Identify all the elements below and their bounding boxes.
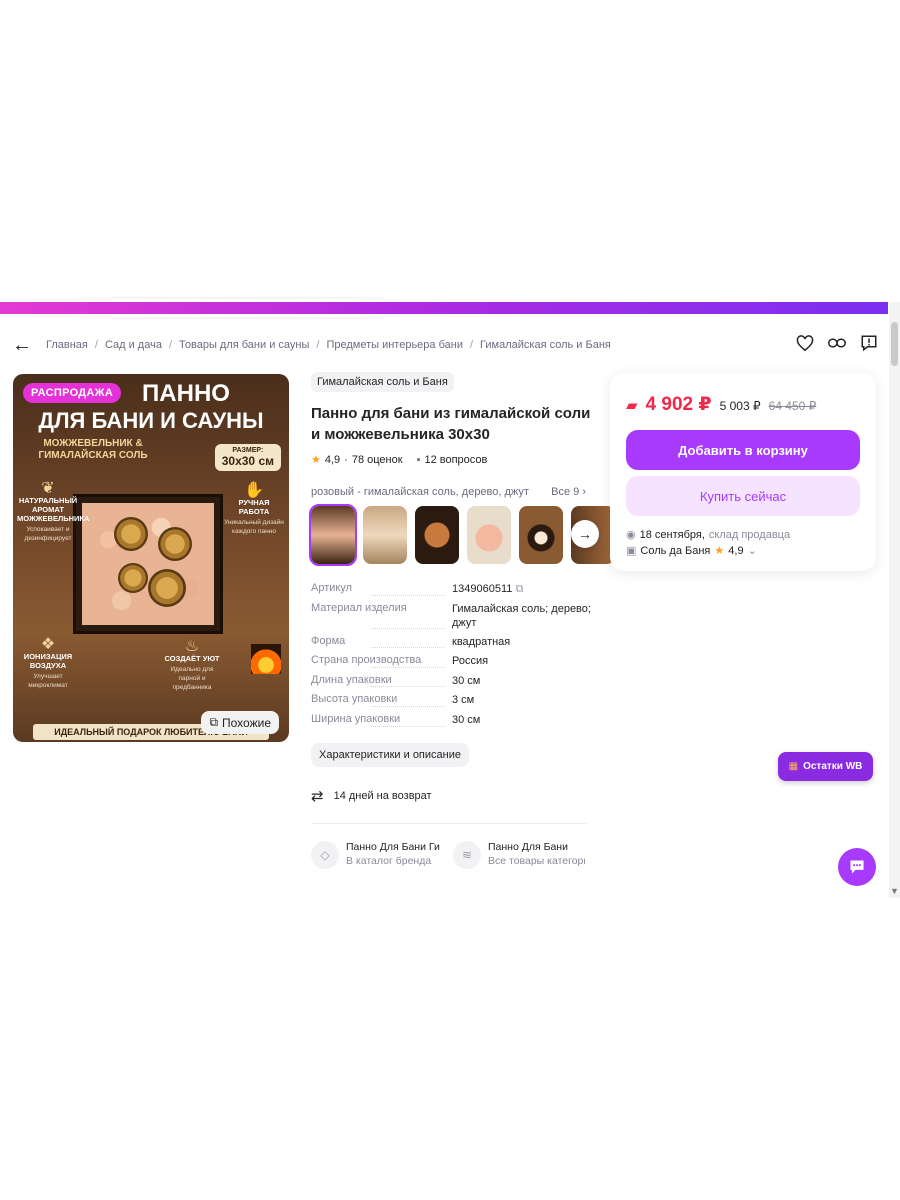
questions-icon: ▪ (416, 453, 421, 466)
product-title: Панно для бани из гималайской соли и мож… (311, 405, 591, 443)
price-current: 4 902 ₽ (645, 394, 712, 415)
breadcrumb-item[interactable]: Главная (46, 339, 88, 351)
delivery-info: ◉ 18 сентября, склад продавца ▣ Соль да … (626, 528, 860, 558)
breadcrumb: ← Главная / Сад и дача / Товары для бани… (12, 334, 611, 356)
rating-row: ★ 4,9 · 78 оценок ▪ 12 вопросов (311, 453, 488, 467)
divider (311, 822, 587, 824)
copy-icon[interactable]: ⧉ (515, 583, 523, 595)
variant-thumbnail[interactable] (363, 506, 407, 564)
shop-icon: ▣ (626, 545, 637, 557)
bucket-icon: ♨ (184, 638, 200, 655)
spec-row: Артикул 1349060511 ⧉ (311, 582, 591, 602)
specs-table: Артикул 1349060511 ⧉ Материал изделия Ги… (311, 582, 591, 733)
variant-thumbnail[interactable] (519, 506, 563, 564)
breadcrumb-separator: / (168, 339, 173, 351)
spec-row: Ширина упаковки 30 см (311, 712, 591, 733)
reviews-link[interactable]: 78 оценок (352, 454, 403, 466)
feature-item: ❦ НАТУРАЛЬНЫЙ АРОМАТ МОЖЖЕВЕЛЬНИКА Успок… (17, 480, 90, 543)
breadcrumb-item[interactable]: Предметы интерьера бани (326, 339, 463, 351)
scrollbar-thumb[interactable] (891, 322, 898, 366)
price-row: ▰ 4 902 ₽ 5 003 ₽ 64 450 ₽ (626, 393, 860, 416)
characteristics-button[interactable]: Характеристики и описание (311, 742, 469, 767)
back-arrow-icon[interactable]: ← (12, 335, 32, 355)
spec-row: Страна производства Россия (311, 654, 591, 674)
variant-header: розовый - гималайская соль, дерево, джут… (311, 486, 586, 498)
return-info: ⇄ 14 дней на возврат (311, 787, 432, 805)
page-scrollbar[interactable]: ▼ (889, 302, 900, 898)
feature-item: ❖ ИОНИЗАЦИЯ ВОЗДУХА Улучшает микроклимат (17, 636, 79, 690)
link-icon[interactable] (828, 334, 846, 352)
breadcrumb-separator: / (316, 339, 320, 351)
star-icon: ★ (714, 545, 725, 557)
breadcrumb-item[interactable]: Гималайская соль и Баня (480, 339, 611, 351)
product-main-image[interactable]: РАСПРОДАЖА ПАННО ДЛЯ БАНИ И САУНЫ МОЖЖЕВ… (13, 374, 289, 742)
scroll-down-arrow-icon[interactable]: ▼ (890, 886, 899, 896)
image-headline: ПАННО (142, 380, 230, 407)
seller-link[interactable]: ▣ Соль да Баня ★ 4,9 ⌄ (626, 544, 860, 558)
salt-panel-illustration (73, 494, 223, 634)
stack-icon: ≋ (453, 840, 481, 869)
catalog-links: ◇ Панно Для Бани Ги В каталог бренда ≋ Па… (311, 840, 591, 869)
category-link[interactable]: ≋ Панно Для Бани Все товары категори (453, 840, 585, 869)
questions-link[interactable]: 12 вопросов (424, 454, 487, 466)
chevron-down-icon: ⌄ (747, 545, 757, 557)
star-icon: ★ (311, 454, 321, 466)
variant-thumbnail[interactable] (415, 506, 459, 564)
image-headline: ДЛЯ БАНИ И САУНЫ (38, 408, 264, 433)
report-icon[interactable] (860, 334, 878, 352)
chat-icon (850, 860, 864, 874)
variant-thumbnail[interactable] (467, 506, 511, 564)
feature-item: ✋ РУЧНАЯ РАБОТА Уникальный дизайн каждог… (224, 482, 284, 536)
breadcrumb-item[interactable]: Товары для бани и сауны (179, 339, 309, 351)
hand-icon: ✋ (244, 482, 264, 499)
arrow-right-icon[interactable]: → (571, 520, 599, 548)
variant-label: розовый - гималайская соль, дерево, джут (311, 486, 529, 498)
heart-icon[interactable] (796, 334, 814, 352)
image-subheadline: МОЖЖЕВЕЛЬНИК & ГИМАЛАЙСКАЯ СОЛЬ (38, 438, 148, 461)
spec-row: Материал изделия Гималайская соль; дерев… (311, 601, 591, 635)
feature-item: ♨ СОЗДАЁТ УЮТ Идеально для парной и пред… (161, 638, 223, 692)
add-to-cart-button[interactable]: Добавить в корзину (626, 430, 860, 470)
box-icon: ▦ (788, 761, 799, 772)
price-old: 64 450 ₽ (768, 399, 817, 413)
stove-fire-illustration (251, 644, 281, 674)
variant-all-link[interactable]: Все 9 › (551, 486, 586, 498)
similar-button[interactable]: ⧉ Похожие (201, 711, 279, 734)
top-gradient-bar (0, 302, 888, 314)
size-badge: РАЗМЕР: 30х30 см (214, 444, 281, 471)
feather-icon: ❦ (41, 480, 55, 497)
variant-thumbnail[interactable] (309, 504, 357, 566)
spec-row: Высота упаковки 3 см (311, 693, 591, 713)
product-info: Гималайская соль и Баня Панно для бани и… (309, 372, 615, 869)
return-arrows-icon: ⇄ (311, 787, 324, 805)
breadcrumb-separator: / (94, 339, 98, 351)
price-without-wallet: 5 003 ₽ (719, 399, 761, 413)
spec-row: Форма квадратная (311, 634, 591, 655)
ostatki-wb-button[interactable]: ▦ Остатки WB (778, 752, 873, 781)
spec-row: Длина упаковки 30 см (311, 673, 591, 694)
brand-catalog-link[interactable]: ◇ Панно Для Бани Ги В каталог бренда (311, 840, 443, 869)
breadcrumb-separator: / (469, 339, 474, 351)
chat-button[interactable] (838, 848, 876, 886)
similar-search-icon: ⧉ (209, 715, 219, 729)
brand-chip[interactable]: Гималайская соль и Баня (311, 372, 454, 392)
buy-card: ▰ 4 902 ₽ 5 003 ₽ 64 450 ₽ Добавить в ко… (610, 373, 876, 571)
rating-value[interactable]: 4,9 (325, 454, 340, 466)
breadcrumb-item[interactable]: Сад и дача (105, 339, 162, 351)
tag-icon: ◇ (311, 840, 339, 869)
wallet-icon: ▰ (626, 397, 638, 414)
box-icon: ◉ (626, 529, 636, 541)
buy-now-button[interactable]: Купить сейчас (626, 476, 860, 516)
salt-crystal-icon: ❖ (40, 636, 56, 653)
variant-thumbnails: → (309, 504, 615, 566)
product-actions (796, 334, 878, 352)
